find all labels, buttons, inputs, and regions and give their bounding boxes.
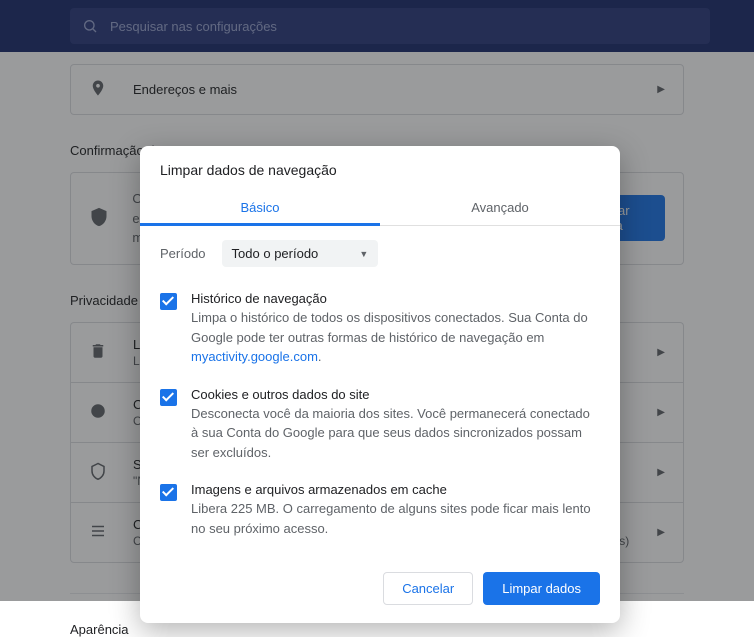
period-row: Período Todo o período ▼ (140, 226, 620, 277)
option-history-desc: Limpa o histórico de todos os dispositiv… (191, 308, 600, 367)
clear-data-dialog: Limpar dados de navegação Básico Avançad… (140, 146, 620, 623)
tab-advanced[interactable]: Avançado (380, 190, 620, 225)
checkbox-cache[interactable] (160, 484, 177, 501)
checkbox-cookies[interactable] (160, 389, 177, 406)
dialog-actions: Cancelar Limpar dados (140, 558, 620, 623)
cancel-button[interactable]: Cancelar (383, 572, 473, 605)
section-appearance-title: Aparência (70, 622, 684, 637)
dialog-tabs: Básico Avançado (140, 190, 620, 226)
period-label: Período (160, 246, 206, 261)
option-history: Histórico de navegação Limpa o histórico… (160, 281, 600, 377)
options-list: Histórico de navegação Limpa o histórico… (140, 277, 620, 558)
option-cookies: Cookies e outros dados do site Desconect… (160, 377, 600, 473)
option-cache: Imagens e arquivos armazenados em cache … (160, 472, 600, 548)
tab-basic[interactable]: Básico (140, 190, 380, 225)
clear-data-button[interactable]: Limpar dados (483, 572, 600, 605)
caret-down-icon: ▼ (359, 249, 368, 259)
period-select[interactable]: Todo o período ▼ (222, 240, 379, 267)
myactivity-link[interactable]: myactivity.google.com (191, 349, 318, 364)
dialog-title: Limpar dados de navegação (140, 146, 620, 190)
checkbox-history[interactable] (160, 293, 177, 310)
period-value: Todo o período (232, 246, 319, 261)
